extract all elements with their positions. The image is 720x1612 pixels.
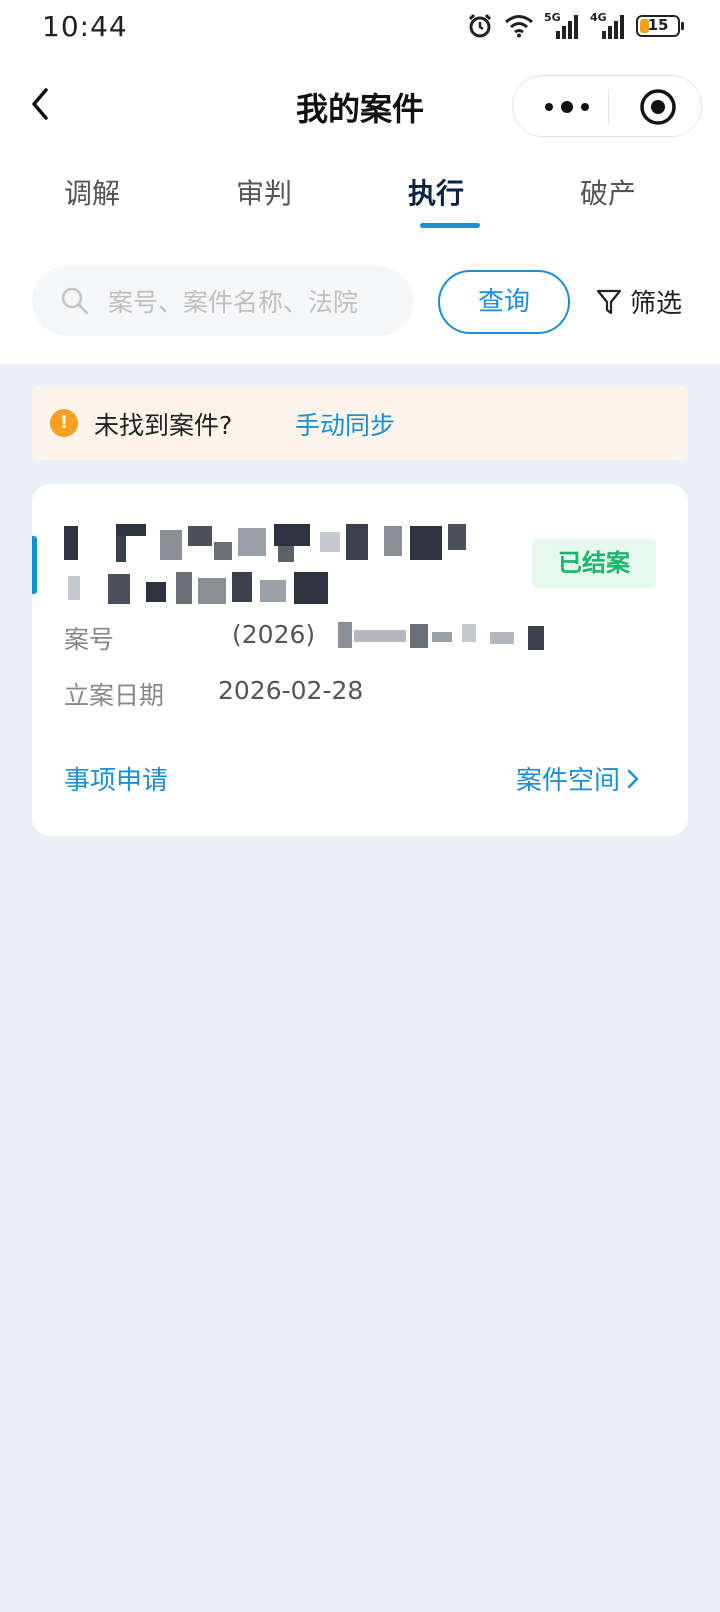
status-time: 10:44: [42, 10, 128, 43]
query-button[interactable]: 查询: [438, 270, 570, 334]
battery-level: 15: [647, 16, 669, 34]
signal-4g-label: 4G: [590, 11, 607, 24]
status-icons: 5G 4G 15: [466, 11, 684, 40]
tab-mediation[interactable]: 调解: [64, 172, 120, 212]
sync-notice: ! 未找到案件? 手动同步: [32, 386, 688, 460]
filter-label: 筛选: [630, 289, 683, 319]
chevron-right-icon: [627, 769, 639, 788]
case-card[interactable]: 已结案 案号 (2026) 立案日期 2026-02-28 事项申请 案件空间: [32, 484, 688, 836]
battery-icon: 15: [636, 15, 684, 37]
active-tab-indicator: [420, 223, 480, 228]
filter-button[interactable]: 筛选: [596, 283, 682, 320]
search-input[interactable]: [106, 266, 410, 338]
case-no-label: 案号: [64, 625, 115, 654]
signal-5g-label: 5G: [544, 11, 561, 24]
search-box: [32, 266, 414, 338]
apply-matter-link[interactable]: 事项申请: [64, 760, 168, 797]
filing-date-label: 立案日期: [64, 681, 165, 710]
card-accent-bar: [32, 536, 37, 594]
filing-date-value: 2026-02-28: [218, 676, 364, 705]
signal-4g-icon: 4G: [590, 11, 626, 39]
case-no-value: (2026): [232, 620, 316, 649]
wifi-icon: [505, 15, 533, 38]
status-badge: 已结案: [532, 538, 656, 588]
search-icon: [61, 287, 89, 315]
tab-bankruptcy[interactable]: 破产: [580, 172, 636, 212]
manual-sync-link[interactable]: 手动同步: [295, 406, 395, 442]
signal-5g-icon: 5G: [544, 11, 580, 39]
case-title-redacted: [64, 522, 494, 610]
alarm-icon: [468, 13, 492, 38]
close-miniprogram-icon[interactable]: [639, 88, 677, 126]
filter-icon: [596, 289, 622, 314]
capsule-divider: [608, 90, 609, 124]
tab-execution[interactable]: 执行: [408, 172, 464, 212]
tab-trial[interactable]: 审判: [236, 172, 292, 212]
case-space-label: 案件空间: [516, 766, 621, 796]
miniprogram-capsule: [512, 75, 702, 137]
warning-icon: !: [50, 409, 78, 437]
more-options-icon[interactable]: [541, 98, 593, 116]
notice-text: 未找到案件?: [94, 411, 233, 440]
case-space-link[interactable]: 案件空间: [516, 760, 640, 797]
